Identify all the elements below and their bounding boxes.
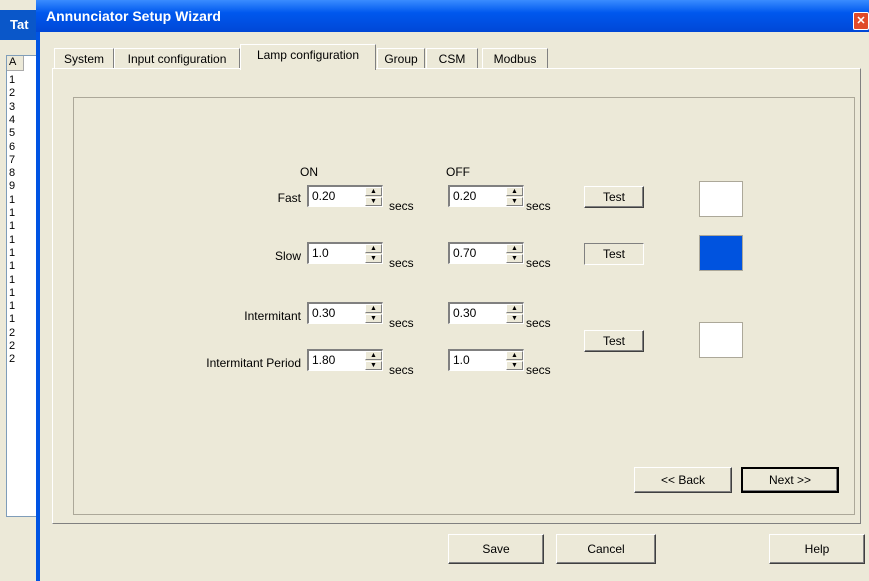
list-item[interactable]: 1 bbox=[9, 207, 15, 220]
intermitant-period-on-unit: secs bbox=[389, 363, 414, 377]
list-item[interactable]: 2 bbox=[9, 340, 15, 353]
slow-off-value[interactable]: 0.70 bbox=[453, 246, 476, 260]
slow-lamp-swatch bbox=[699, 235, 743, 271]
fast-lamp-swatch bbox=[699, 181, 743, 217]
lamp-configuration-panel: ON OFF Fast 0.20 ▲ ▼ secs 0.20 ▲ ▼ secs Te… bbox=[52, 68, 861, 524]
back-button[interactable]: << Back bbox=[634, 467, 732, 493]
slow-on-unit: secs bbox=[389, 256, 414, 270]
spin-down-icon[interactable]: ▼ bbox=[365, 361, 382, 370]
wizard-window: Annunciator Setup Wizard ✕ System Input … bbox=[36, 0, 869, 581]
intermitant-test-button[interactable]: Test bbox=[584, 330, 644, 352]
background-list[interactable]: A 1234567891111111111222 bbox=[6, 55, 40, 517]
tab-csm[interactable]: CSM bbox=[426, 48, 478, 69]
background-window-titlebar[interactable]: Tat bbox=[0, 10, 40, 40]
intermitant-off-unit: secs bbox=[526, 316, 551, 330]
intermitant-period-on-value[interactable]: 1.80 bbox=[312, 353, 335, 367]
background-list-header[interactable]: A bbox=[7, 56, 24, 71]
fast-test-button[interactable]: Test bbox=[584, 186, 644, 208]
wizard-client: System Input configuration Lamp configur… bbox=[40, 32, 869, 581]
intermitant-period-on-spinner[interactable]: 1.80 ▲ ▼ bbox=[307, 349, 383, 371]
intermitant-on-spinner[interactable]: 0.30 ▲ ▼ bbox=[307, 302, 383, 324]
intermitant-period-off-unit: secs bbox=[526, 363, 551, 377]
list-item[interactable]: 5 bbox=[9, 127, 15, 140]
spin-up-icon[interactable]: ▲ bbox=[506, 187, 523, 196]
tab-input-configuration[interactable]: Input configuration bbox=[114, 48, 240, 69]
intermitant-on-value[interactable]: 0.30 bbox=[312, 306, 335, 320]
fast-off-unit: secs bbox=[526, 199, 551, 213]
tab-modbus[interactable]: Modbus bbox=[482, 48, 548, 69]
on-column-header: ON bbox=[300, 165, 318, 179]
save-button[interactable]: Save bbox=[448, 534, 544, 564]
list-item[interactable]: 1 bbox=[9, 194, 15, 207]
intermitant-off-value[interactable]: 0.30 bbox=[453, 306, 476, 320]
list-item[interactable]: 6 bbox=[9, 141, 15, 154]
spin-down-icon[interactable]: ▼ bbox=[506, 197, 523, 206]
intermitant-lamp-swatch bbox=[699, 322, 743, 358]
slow-label: Slow bbox=[274, 249, 301, 263]
close-icon[interactable]: ✕ bbox=[853, 12, 869, 30]
list-item[interactable]: 1 bbox=[9, 260, 15, 273]
slow-test-button[interactable]: Test bbox=[584, 243, 644, 265]
next-button[interactable]: Next >> bbox=[741, 467, 839, 493]
list-item[interactable]: 1 bbox=[9, 313, 15, 326]
list-item[interactable]: 1 bbox=[9, 74, 15, 87]
spin-down-icon[interactable]: ▼ bbox=[365, 254, 382, 263]
intermitant-period-off-value[interactable]: 1.0 bbox=[453, 353, 470, 367]
list-item[interactable]: 7 bbox=[9, 154, 15, 167]
list-item[interactable]: 2 bbox=[9, 87, 15, 100]
fast-off-value[interactable]: 0.20 bbox=[453, 189, 476, 203]
fast-on-value[interactable]: 0.20 bbox=[312, 189, 335, 203]
spin-up-icon[interactable]: ▲ bbox=[365, 304, 382, 313]
intermitant-on-unit: secs bbox=[389, 316, 414, 330]
intermitant-period-label: Intermitant Period bbox=[206, 356, 301, 370]
list-item[interactable]: 1 bbox=[9, 220, 15, 233]
help-button[interactable]: Help bbox=[769, 534, 865, 564]
list-item[interactable]: 1 bbox=[9, 287, 15, 300]
spin-up-icon[interactable]: ▲ bbox=[506, 244, 523, 253]
slow-off-spinner[interactable]: 0.70 ▲ ▼ bbox=[448, 242, 524, 264]
slow-on-spinner[interactable]: 1.0 ▲ ▼ bbox=[307, 242, 383, 264]
spin-up-icon[interactable]: ▲ bbox=[506, 351, 523, 360]
list-item[interactable]: 1 bbox=[9, 274, 15, 287]
spin-up-icon[interactable]: ▲ bbox=[365, 187, 382, 196]
list-item[interactable]: 2 bbox=[9, 327, 15, 340]
list-item[interactable]: 3 bbox=[9, 101, 15, 114]
intermitant-period-off-spinner[interactable]: 1.0 ▲ ▼ bbox=[448, 349, 524, 371]
list-item[interactable]: 1 bbox=[9, 247, 15, 260]
tab-group[interactable]: Group bbox=[377, 48, 425, 69]
spin-down-icon[interactable]: ▼ bbox=[365, 197, 382, 206]
spin-down-icon[interactable]: ▼ bbox=[506, 254, 523, 263]
spin-down-icon[interactable]: ▼ bbox=[506, 361, 523, 370]
off-column-header: OFF bbox=[446, 165, 470, 179]
list-item[interactable]: 8 bbox=[9, 167, 15, 180]
list-item[interactable]: 4 bbox=[9, 114, 15, 127]
intermitant-off-spinner[interactable]: 0.30 ▲ ▼ bbox=[448, 302, 524, 324]
spin-up-icon[interactable]: ▲ bbox=[365, 351, 382, 360]
list-item[interactable]: 1 bbox=[9, 300, 15, 313]
window-title: Annunciator Setup Wizard bbox=[46, 8, 221, 24]
fast-off-spinner[interactable]: 0.20 ▲ ▼ bbox=[448, 185, 524, 207]
slow-on-value[interactable]: 1.0 bbox=[312, 246, 329, 260]
spin-down-icon[interactable]: ▼ bbox=[506, 314, 523, 323]
intermitant-label: Intermitant bbox=[244, 309, 301, 323]
wizard-titlebar[interactable]: Annunciator Setup Wizard ✕ bbox=[36, 0, 869, 32]
spin-up-icon[interactable]: ▲ bbox=[365, 244, 382, 253]
spin-down-icon[interactable]: ▼ bbox=[365, 314, 382, 323]
fast-on-unit: secs bbox=[389, 199, 414, 213]
background-window-title: Tat bbox=[10, 17, 29, 32]
list-item[interactable]: 2 bbox=[9, 353, 15, 366]
spin-up-icon[interactable]: ▲ bbox=[506, 304, 523, 313]
list-item[interactable]: 9 bbox=[9, 180, 15, 193]
background-window: Tat A 1234567891111111111222 bbox=[0, 0, 40, 581]
tab-system[interactable]: System bbox=[54, 48, 114, 69]
slow-off-unit: secs bbox=[526, 256, 551, 270]
fast-label: Fast bbox=[277, 191, 301, 205]
list-item[interactable]: 1 bbox=[9, 234, 15, 247]
cancel-button[interactable]: Cancel bbox=[556, 534, 656, 564]
fast-on-spinner[interactable]: 0.20 ▲ ▼ bbox=[307, 185, 383, 207]
tab-lamp-configuration[interactable]: Lamp configuration bbox=[240, 44, 376, 70]
